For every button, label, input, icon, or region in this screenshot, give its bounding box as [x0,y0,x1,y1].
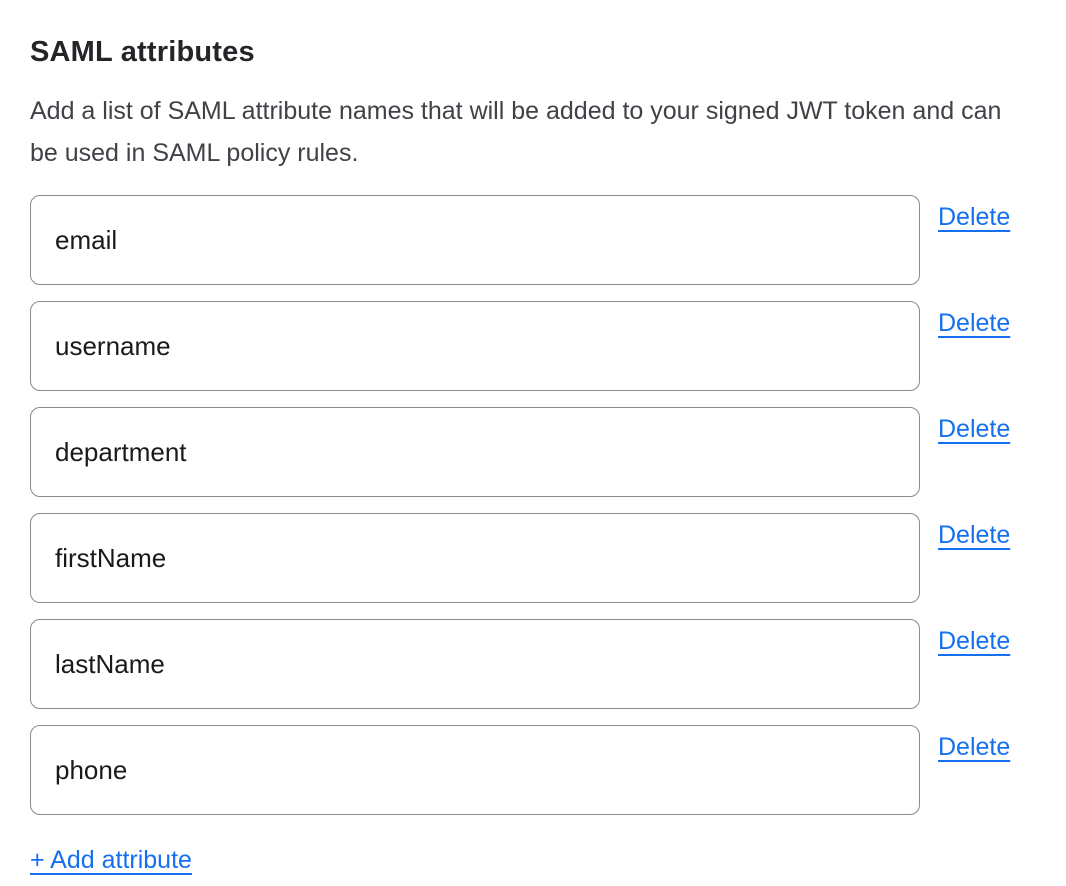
delete-attribute-link[interactable]: Delete [938,626,1010,656]
attribute-input[interactable] [30,619,920,709]
delete-attribute-link[interactable]: Delete [938,520,1010,550]
add-attribute-link[interactable]: + Add attribute [30,845,192,875]
attribute-input[interactable] [30,195,920,285]
section-title: SAML attributes [30,34,1036,70]
delete-attribute-link[interactable]: Delete [938,414,1010,444]
attribute-row: Delete [30,301,1036,391]
attribute-input[interactable] [30,513,920,603]
attribute-input[interactable] [30,301,920,391]
attribute-row: Delete [30,407,1036,497]
delete-attribute-link[interactable]: Delete [938,202,1010,232]
attribute-row: Delete [30,195,1036,285]
delete-attribute-link[interactable]: Delete [938,732,1010,762]
saml-attributes-section: SAML attributes Add a list of SAML attri… [0,0,1066,875]
attribute-row: Delete [30,725,1036,815]
attribute-input[interactable] [30,725,920,815]
attribute-input[interactable] [30,407,920,497]
attribute-row: Delete [30,619,1036,709]
section-description: Add a list of SAML attribute names that … [30,90,1035,174]
delete-attribute-link[interactable]: Delete [938,308,1010,338]
attribute-row: Delete [30,513,1036,603]
attribute-list: Delete Delete Delete Delete Delete Delet… [30,195,1036,815]
